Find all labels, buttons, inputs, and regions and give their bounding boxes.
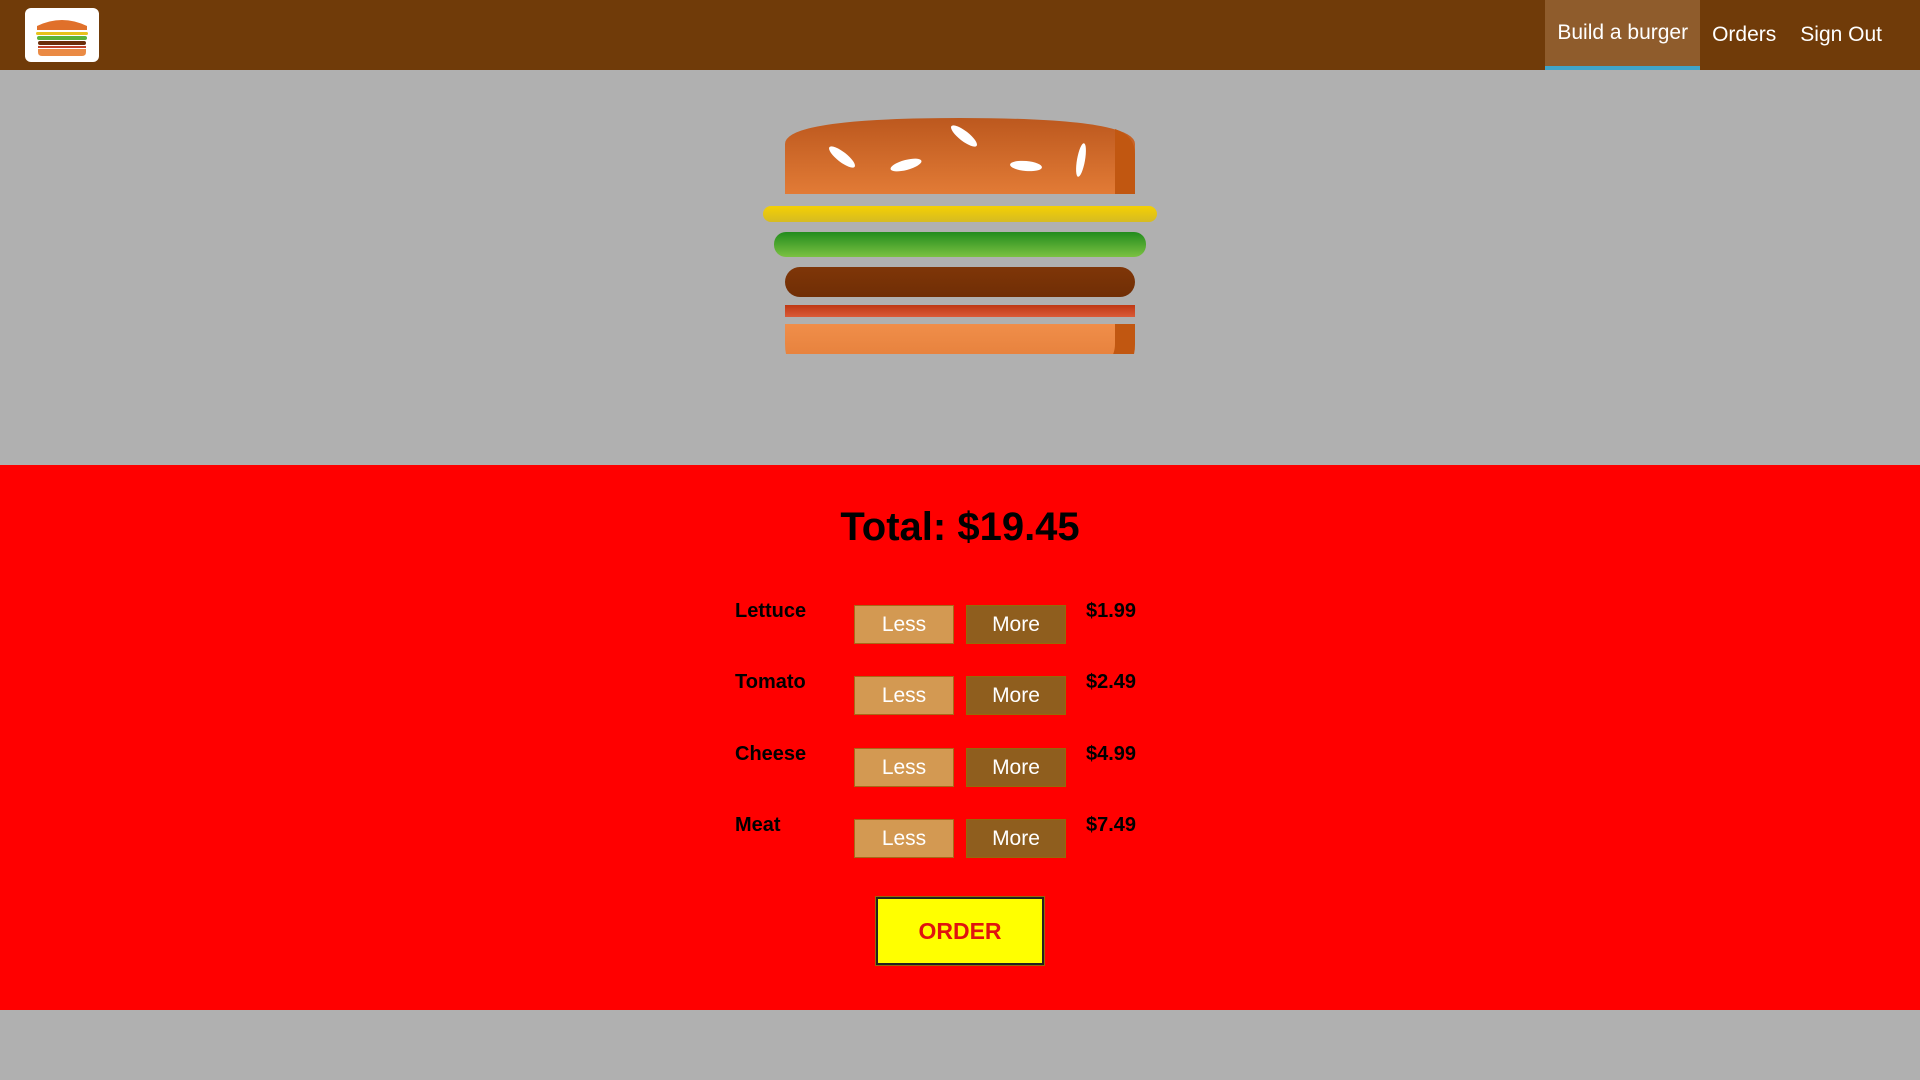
ingredient-price: $7.49 <box>1086 814 1137 836</box>
ingredient-row-lettuce: Lettuce Less More $1.99 <box>0 600 1920 644</box>
burger-illustration <box>763 118 1157 354</box>
ingredient-price: $2.49 <box>1086 671 1137 693</box>
ingredient-label: Tomato <box>735 671 806 693</box>
bread-bottom-layer <box>785 324 1135 354</box>
ingredient-label: Cheese <box>735 743 807 765</box>
nav-orders[interactable]: Orders <box>1700 0 1788 70</box>
build-controls: Total: $19.45 Lettuce Less More $1.99 To… <box>0 465 1920 1010</box>
burger-logo-icon[interactable] <box>25 8 99 62</box>
ingredient-price: $4.99 <box>1086 743 1137 765</box>
bread-top-layer <box>785 118 1135 194</box>
main-nav: Build a burger Orders Sign Out <box>1545 0 1920 70</box>
ingredient-row-cheese: Cheese Less More $4.99 <box>0 743 1920 787</box>
total-price: Total: $19.45 <box>840 505 1080 549</box>
toolbar: Build a burger Orders Sign Out <box>0 0 1920 70</box>
more-button[interactable]: More <box>966 748 1066 787</box>
less-button[interactable]: Less <box>854 605 954 644</box>
more-button[interactable]: More <box>966 605 1066 644</box>
ingredient-row-tomato: Tomato Less More $2.49 <box>0 671 1920 715</box>
bacon-layer <box>785 305 1135 317</box>
salad-layer <box>774 232 1146 257</box>
ingredient-price: $1.99 <box>1086 600 1137 622</box>
more-button[interactable]: More <box>966 676 1066 715</box>
cheese-layer <box>763 206 1157 222</box>
ingredient-row-meat: Meat Less More $7.49 <box>0 814 1920 858</box>
meat-layer <box>785 267 1135 297</box>
nav-build-burger[interactable]: Build a burger <box>1545 0 1701 70</box>
burger-preview <box>0 70 1920 465</box>
less-button[interactable]: Less <box>854 748 954 787</box>
ingredient-label: Meat <box>735 814 781 836</box>
less-button[interactable]: Less <box>854 819 954 858</box>
more-button[interactable]: More <box>966 819 1066 858</box>
order-button[interactable]: ORDER <box>876 897 1044 965</box>
ingredient-label: Lettuce <box>735 600 807 622</box>
nav-sign-out[interactable]: Sign Out <box>1788 0 1920 70</box>
less-button[interactable]: Less <box>854 676 954 715</box>
